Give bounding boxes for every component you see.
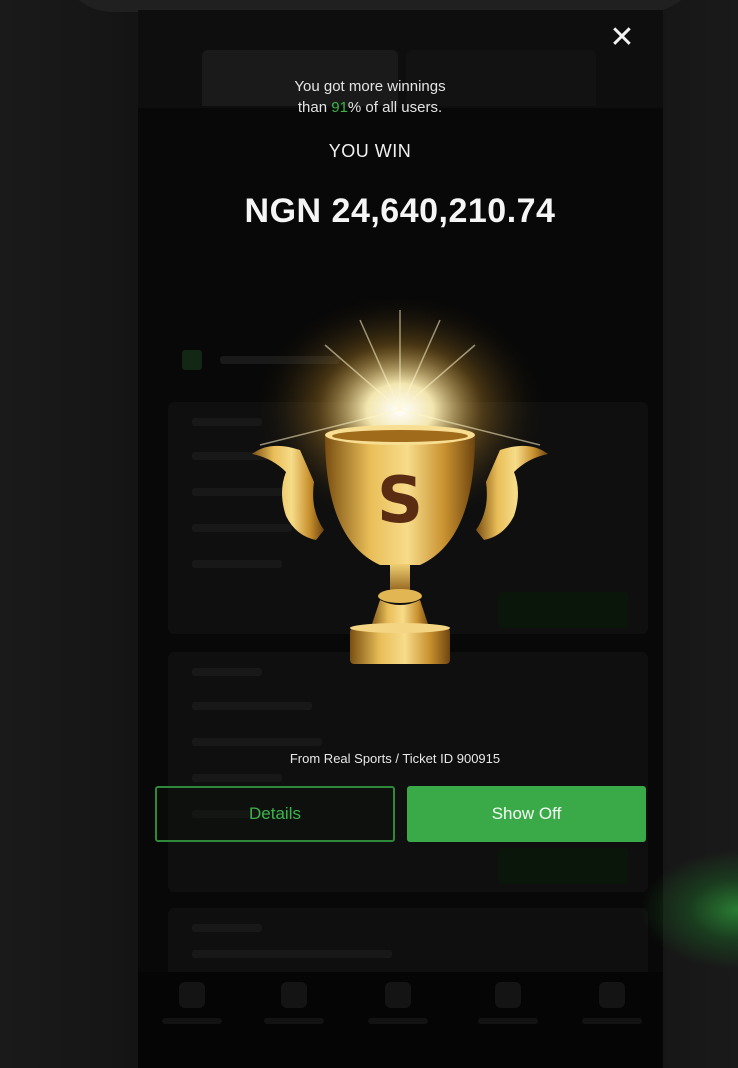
percentile-suffix: % of all users.	[347, 99, 443, 116]
close-icon: ✕	[609, 21, 635, 54]
show-off-button[interactable]: Show Off	[407, 786, 646, 842]
svg-text:S: S	[377, 464, 423, 538]
win-amount: NGN 24,640,210.74	[244, 192, 556, 230]
screen: ✕ You got more winnings than 91% of all …	[0, 0, 738, 1068]
close-button[interactable]: ✕	[604, 20, 640, 56]
details-button[interactable]: Details	[155, 786, 395, 842]
you-win-label: YOU WIN	[328, 141, 412, 161]
percentile-line-1: You got more winnings	[294, 78, 446, 95]
percentile-line-2: than 91% of all users.	[200, 97, 540, 118]
ticket-info: From Real Sports / Ticket ID 900915	[289, 751, 501, 766]
percentile-message: You got more winnings than 91% of all us…	[200, 76, 540, 118]
percentile-value: 91	[331, 99, 348, 116]
percentile-prefix: than	[297, 99, 332, 116]
trophy-icon: S	[230, 290, 570, 680]
